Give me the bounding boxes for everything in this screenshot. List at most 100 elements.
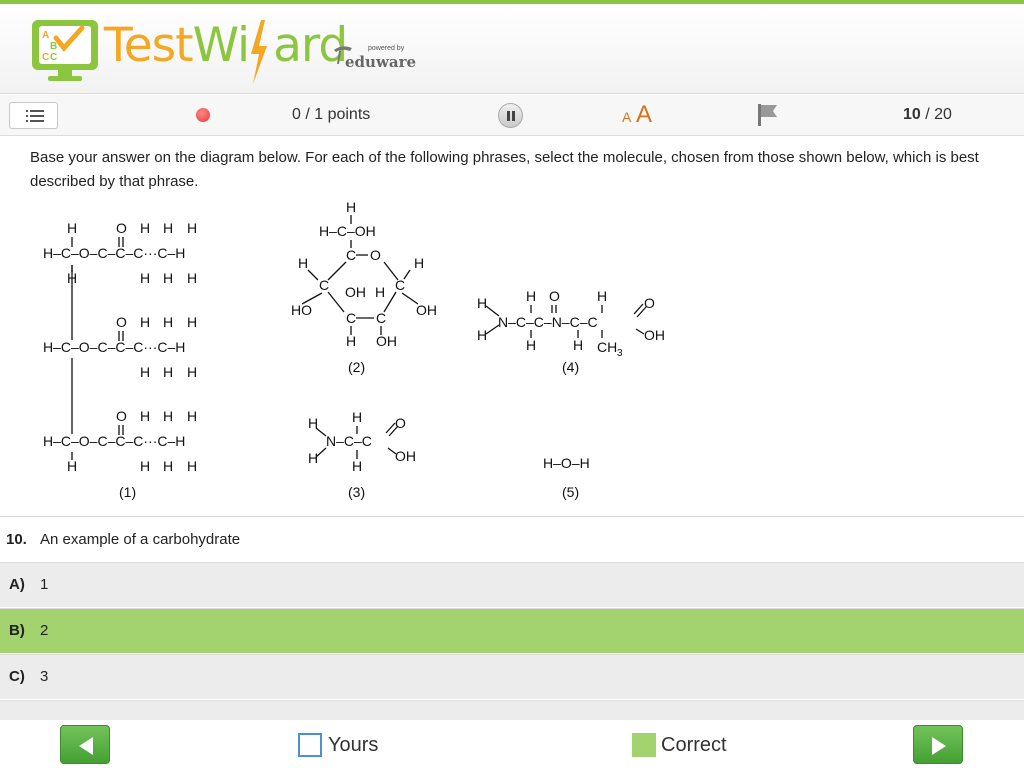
svg-text:OH: OH xyxy=(376,333,397,349)
svg-text:HO: HO xyxy=(291,302,312,318)
svg-text:H: H xyxy=(163,314,173,330)
question-list-button[interactable] xyxy=(9,102,58,129)
svg-text:A: A xyxy=(42,30,49,41)
svg-text:C: C xyxy=(376,310,386,326)
choice-text: 1 xyxy=(40,576,49,593)
label-3: (3) xyxy=(348,484,365,500)
svg-text:O: O xyxy=(116,408,127,424)
page-counter: 10 / 20 xyxy=(903,106,952,123)
footer-bar: Yours Correct xyxy=(0,720,1024,768)
label-2: (2) xyxy=(348,359,365,375)
svg-text:H: H xyxy=(140,270,150,286)
decrease-font-button[interactable]: A xyxy=(622,109,631,125)
svg-text:H: H xyxy=(140,458,150,474)
svg-text:H: H xyxy=(187,408,197,424)
choice-text: 3 xyxy=(40,668,49,685)
svg-text:H: H xyxy=(67,220,77,236)
previous-button[interactable] xyxy=(60,725,110,764)
divider xyxy=(0,516,1024,517)
list-icon xyxy=(26,110,44,122)
testwizard-monitor-icon: A B C C xyxy=(32,20,98,81)
correct-legend-swatch xyxy=(632,733,656,757)
svg-text:H: H xyxy=(140,314,150,330)
lightning-bolt-icon xyxy=(251,20,267,84)
svg-text:3: 3 xyxy=(617,348,623,359)
svg-text:OH: OH xyxy=(395,448,416,464)
choice-a[interactable]: A) 1 xyxy=(0,562,1024,607)
svg-text:H: H xyxy=(298,255,308,271)
yours-legend-swatch xyxy=(298,733,322,757)
svg-text:H: H xyxy=(67,458,77,474)
flag-icon[interactable] xyxy=(757,103,779,127)
question-stem: 10. An example of a carbohydrate xyxy=(0,518,1024,562)
correct-legend-label: Correct xyxy=(661,734,727,756)
svg-text:H: H xyxy=(477,295,487,311)
next-button[interactable] xyxy=(913,725,963,764)
svg-text:H: H xyxy=(414,255,424,271)
svg-text:H–C–O–C–C–C···C–H: H–C–O–C–C–C···C–H xyxy=(43,433,185,449)
svg-text:C: C xyxy=(50,52,57,63)
svg-text:C: C xyxy=(346,310,356,326)
svg-text:H: H xyxy=(597,288,607,304)
svg-text:H: H xyxy=(140,408,150,424)
pause-button[interactable] xyxy=(498,103,523,128)
powered-by-eduware: powered by eduware xyxy=(332,42,416,71)
choice-c[interactable]: C) 3 xyxy=(0,654,1024,699)
svg-text:C: C xyxy=(346,247,356,263)
svg-text:H: H xyxy=(187,314,197,330)
question-instructions: Base your answer on the diagram below. F… xyxy=(30,149,979,190)
svg-text:H: H xyxy=(163,270,173,286)
svg-text:H: H xyxy=(140,220,150,236)
label-1: (1) xyxy=(119,484,136,500)
svg-text:C: C xyxy=(42,52,49,63)
status-dot-icon xyxy=(196,108,210,122)
svg-text:O: O xyxy=(116,220,127,236)
svg-text:CH: CH xyxy=(597,339,617,355)
svg-text:H: H xyxy=(187,220,197,236)
svg-text:H–C–O–C–C–C···C–H: H–C–O–C–C–C···C–H xyxy=(43,245,185,261)
molecule-5: H–O–H xyxy=(543,455,590,471)
toolbar: 0 / 1 points A A 10 / 20 xyxy=(0,95,1024,136)
choice-b[interactable]: B) 2 xyxy=(0,608,1024,653)
svg-text:H: H xyxy=(308,450,318,466)
svg-text:H: H xyxy=(140,364,150,380)
svg-text:H: H xyxy=(163,364,173,380)
label-5: (5) xyxy=(562,484,579,500)
svg-text:O: O xyxy=(370,247,381,263)
svg-text:O: O xyxy=(395,415,406,431)
svg-text:OH: OH xyxy=(345,284,366,300)
svg-text:O: O xyxy=(644,295,655,311)
svg-text:B: B xyxy=(50,41,57,52)
svg-text:OH: OH xyxy=(644,327,665,343)
choice-letter: C) xyxy=(9,668,25,685)
svg-text:N–C–C: N–C–C xyxy=(326,433,372,449)
svg-text:H: H xyxy=(187,364,197,380)
molecule-4: HHOHO N–C–C–N–C–C HH H CH 3OH xyxy=(477,288,665,359)
svg-text:H: H xyxy=(573,337,583,353)
svg-text:H: H xyxy=(187,270,197,286)
app-header: A B C C TestWi ard powered by eduware xyxy=(0,4,1024,94)
points-display: 0 / 1 points xyxy=(292,106,371,123)
increase-font-button[interactable]: A xyxy=(636,101,652,129)
molecule-3: HHO N–C–C H HOH xyxy=(308,409,416,474)
svg-text:N–C–C–N–C–C: N–C–C–N–C–C xyxy=(498,314,598,330)
question-number: 10. xyxy=(6,531,27,548)
svg-text:OH: OH xyxy=(416,302,437,318)
svg-text:H: H xyxy=(163,458,173,474)
choice-d-partial[interactable] xyxy=(0,700,1024,720)
svg-text:H: H xyxy=(187,458,197,474)
choice-letter: B) xyxy=(9,622,25,639)
svg-text:H: H xyxy=(163,408,173,424)
svg-text:C: C xyxy=(319,277,329,293)
molecule-diagram: HOHHH H–C–O–C–C–C···C–H HHHH OHHH H–C–O–… xyxy=(0,190,1024,515)
svg-text:H–C–OH: H–C–OH xyxy=(319,223,376,239)
svg-text:H: H xyxy=(477,327,487,343)
arrow-left-icon xyxy=(79,737,93,755)
arrow-right-icon xyxy=(932,737,946,755)
molecule-structures: HOHHH H–C–O–C–C–C···C–H HHHH OHHH H–C–O–… xyxy=(43,199,665,500)
svg-text:H: H xyxy=(346,199,356,215)
svg-text:H: H xyxy=(352,458,362,474)
svg-text:H: H xyxy=(346,333,356,349)
svg-text:H: H xyxy=(526,337,536,353)
choice-text: 2 xyxy=(40,622,49,639)
